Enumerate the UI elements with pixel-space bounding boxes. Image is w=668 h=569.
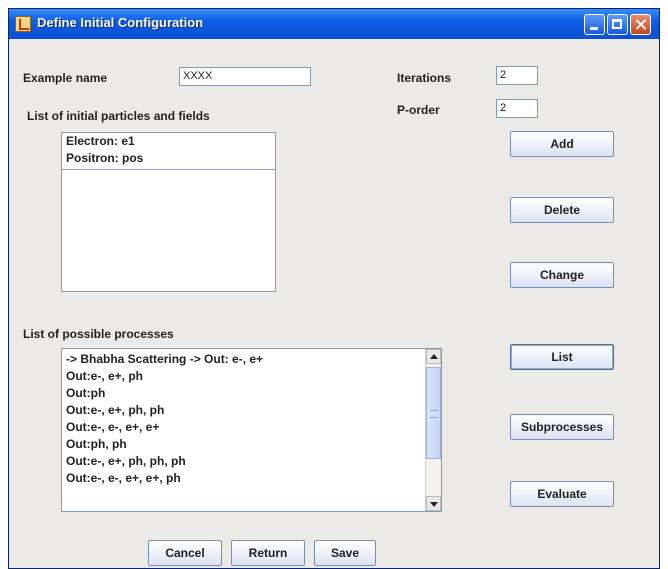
processes-heading: List of possible processes (23, 327, 174, 341)
subprocesses-button[interactable]: Subprocesses (510, 414, 614, 440)
iterations-field[interactable]: 2 (496, 66, 538, 85)
list-item[interactable]: Positron: pos (62, 150, 275, 167)
maximize-button[interactable] (607, 14, 628, 35)
list-item[interactable]: -> Bhabha Scattering -> Out: e-, e+ (62, 351, 425, 368)
list-item[interactable]: Out:e-, e+, ph (62, 368, 425, 385)
list-button[interactable]: List (510, 344, 614, 370)
porder-field[interactable]: 2 (496, 99, 538, 118)
window-title: Define Initial Configuration (37, 15, 204, 30)
list-item[interactable]: Out:ph (62, 385, 425, 402)
grip-icon (430, 410, 438, 418)
change-button[interactable]: Change (510, 262, 614, 288)
list-item[interactable]: Out:e-, e-, e+, e+ (62, 419, 425, 436)
porder-label: P-order (397, 103, 440, 117)
title-bar[interactable]: Define Initial Configuration (9, 9, 659, 39)
list-item[interactable]: Electron: e1 (62, 133, 275, 150)
add-button[interactable]: Add (510, 131, 614, 157)
config-dialog-window: Define Initial Configuration Example nam… (8, 8, 660, 569)
return-button[interactable]: Return (231, 540, 305, 566)
list-item[interactable]: Out:ph, ph (62, 436, 425, 453)
delete-button[interactable]: Delete (510, 197, 614, 223)
particles-list[interactable]: Electron: e1 Positron: pos (61, 132, 276, 292)
example-name-label: Example name (23, 71, 108, 85)
scroll-up-arrow-icon[interactable] (426, 349, 441, 364)
cancel-button[interactable]: Cancel (148, 540, 222, 566)
processes-list[interactable]: -> Bhabha Scattering -> Out: e-, e+ Out:… (61, 348, 442, 512)
particles-heading: List of initial particles and fields (27, 109, 210, 123)
close-button[interactable] (630, 14, 651, 35)
list-item[interactable]: Out:e-, e+, ph, ph, ph (62, 453, 425, 470)
evaluate-button[interactable]: Evaluate (510, 481, 614, 507)
processes-items: -> Bhabha Scattering -> Out: e-, e+ Out:… (62, 351, 425, 487)
iterations-label: Iterations (397, 71, 452, 85)
scroll-down-arrow-icon[interactable] (426, 496, 441, 511)
example-name-field[interactable]: XXXX (179, 67, 311, 86)
list-item[interactable]: Out:e-, e+, ph, ph (62, 402, 425, 419)
processes-scrollbar[interactable] (425, 349, 441, 511)
minimize-button[interactable] (584, 14, 605, 35)
list-item[interactable]: Out:e-, e-, e+, e+, ph (62, 470, 425, 487)
list-divider (62, 169, 275, 170)
java-app-icon (15, 16, 31, 32)
save-button[interactable]: Save (314, 540, 376, 566)
scrollbar-thumb[interactable] (426, 367, 441, 459)
